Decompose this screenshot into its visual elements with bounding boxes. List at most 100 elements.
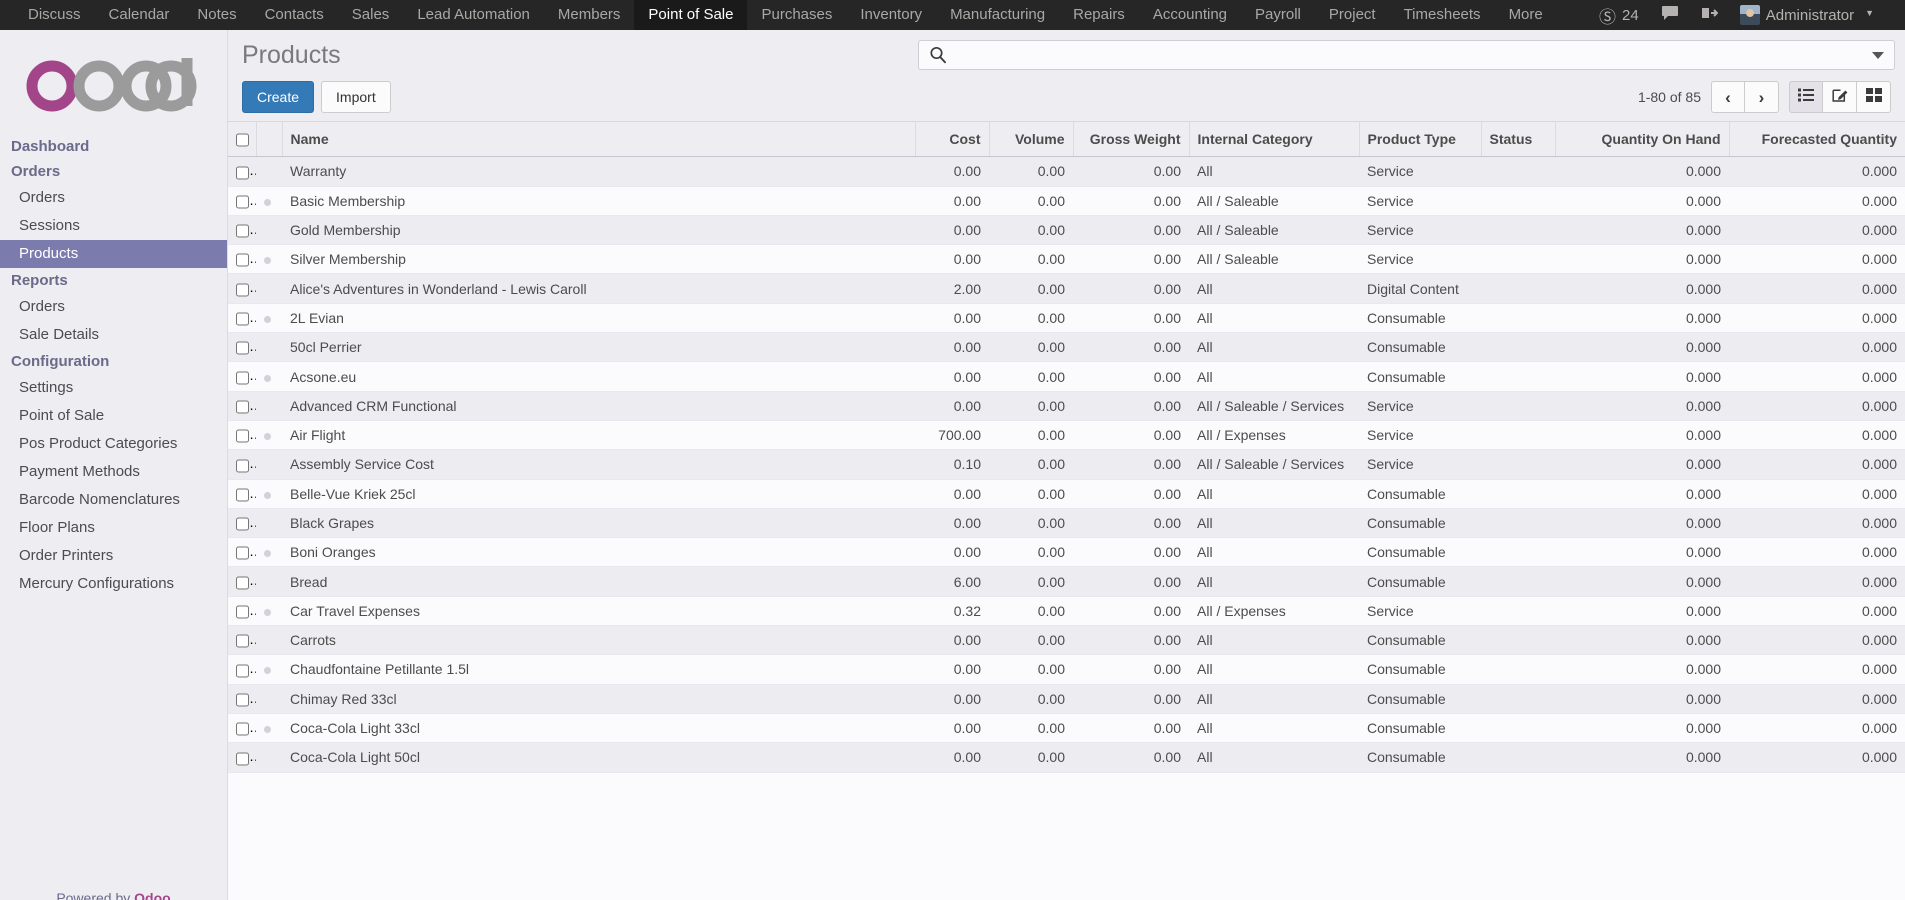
sidebar-item-products[interactable]: Products	[0, 240, 227, 268]
table-row[interactable]: Coca-Cola Light 33cl 0.00 0.00 0.00 All Consu…	[228, 713, 1905, 744]
messages-button[interactable]	[1650, 0, 1690, 30]
column-header-internal-category[interactable]: Internal Category	[1189, 122, 1360, 158]
sidebar-item-order-printers[interactable]: Order Printers	[0, 542, 227, 570]
row-select-checkbox[interactable]	[236, 370, 249, 385]
nav-item-more[interactable]: More	[1495, 0, 1557, 30]
table-row[interactable]: Air Flight 700.00 0.00 0.00 All / Expenses Se…	[228, 420, 1905, 451]
search-bar[interactable]	[918, 40, 1895, 70]
row-select-checkbox[interactable]	[236, 722, 249, 737]
nav-item-contacts[interactable]: Contacts	[251, 0, 338, 30]
row-select-checkbox[interactable]	[236, 605, 249, 620]
table-row[interactable]: Black Grapes 0.00 0.00 0.00 All Consumable 0.0…	[228, 508, 1905, 539]
nav-item-calendar[interactable]: Calendar	[95, 0, 184, 30]
row-select-checkbox[interactable]	[236, 165, 249, 180]
sidebar-section-configuration[interactable]: Configuration	[0, 349, 227, 374]
nav-item-notes[interactable]: Notes	[183, 0, 250, 30]
sidebar-item-point-of-sale[interactable]: Point of Sale	[0, 402, 227, 430]
logout-button[interactable]	[1690, 0, 1729, 30]
table-row[interactable]: Boni Oranges 0.00 0.00 0.00 All Consumable 0.0…	[228, 537, 1905, 568]
row-select-checkbox[interactable]	[236, 399, 249, 414]
sidebar-item-orders[interactable]: Orders	[0, 293, 227, 321]
search-input[interactable]	[947, 42, 1872, 68]
sidebar-section-dashboard[interactable]: Dashboard	[0, 134, 227, 159]
sidebar-item-orders[interactable]: Orders	[0, 184, 227, 212]
nav-item-accounting[interactable]: Accounting	[1139, 0, 1241, 30]
table-row[interactable]: Coca-Cola Light 50cl 0.00 0.00 0.00 All Consu…	[228, 742, 1905, 773]
table-row[interactable]: Chimay Red 33cl 0.00 0.00 0.00 All Consumable…	[228, 684, 1905, 714]
row-select-checkbox[interactable]	[236, 312, 249, 327]
table-row[interactable]: 2L Evian 0.00 0.00 0.00 All Consumable 0.000 0.…	[228, 303, 1905, 334]
import-button[interactable]: Import	[321, 81, 391, 113]
row-select-checkbox[interactable]	[236, 282, 249, 297]
nav-item-discuss[interactable]: Discuss	[14, 0, 95, 30]
row-select-checkbox[interactable]	[236, 341, 249, 356]
row-select-checkbox[interactable]	[236, 224, 249, 239]
row-select-checkbox[interactable]	[236, 634, 249, 649]
row-select-checkbox[interactable]	[236, 692, 249, 707]
row-select-checkbox[interactable]	[236, 751, 249, 766]
table-row[interactable]: Belle-Vue Kriek 25cl 0.00 0.00 0.00 All Consu…	[228, 479, 1905, 509]
row-select-checkbox[interactable]	[236, 458, 249, 473]
nav-item-purchases[interactable]: Purchases	[747, 0, 846, 30]
table-row[interactable]: Silver Membership 0.00 0.00 0.00 All / Salea…	[228, 244, 1905, 275]
view-list-button[interactable]	[1789, 81, 1823, 113]
table-row[interactable]: Carrots 0.00 0.00 0.00 All Consumable 0.000 0.0…	[228, 625, 1905, 656]
create-button[interactable]: Create	[242, 81, 315, 113]
table-row[interactable]: Car Travel Expenses 0.32 0.00 0.00 All / Exp…	[228, 596, 1905, 627]
column-header-volume[interactable]: Volume	[989, 122, 1074, 158]
table-row[interactable]: 50cl Perrier 0.00 0.00 0.00 All Consumable 0.0…	[228, 332, 1905, 363]
nav-item-lead-automation[interactable]: Lead Automation	[403, 0, 544, 30]
mentions-indicator[interactable]: Ⓢ 24	[1588, 0, 1650, 30]
column-header-name[interactable]: Name	[282, 122, 916, 158]
table-row[interactable]: Assembly Service Cost 0.10 0.00 0.00 All / S…	[228, 449, 1905, 480]
row-select-checkbox[interactable]	[236, 429, 249, 444]
sidebar-item-pos-product-categories[interactable]: Pos Product Categories	[0, 430, 227, 458]
sidebar-item-barcode-nomenclatures[interactable]: Barcode Nomenclatures	[0, 486, 227, 514]
nav-item-payroll[interactable]: Payroll	[1241, 0, 1315, 30]
search-dropdown-toggle-icon[interactable]	[1872, 51, 1884, 59]
nav-item-project[interactable]: Project	[1315, 0, 1390, 30]
sidebar-item-settings[interactable]: Settings	[0, 374, 227, 402]
row-select-checkbox[interactable]	[236, 194, 249, 209]
sidebar-item-floor-plans[interactable]: Floor Plans	[0, 514, 227, 542]
sidebar-item-payment-methods[interactable]: Payment Methods	[0, 458, 227, 486]
column-header-quantity-on-hand[interactable]: Quantity On Hand	[1555, 122, 1730, 158]
odoo-logo[interactable]	[0, 30, 227, 134]
nav-item-manufacturing[interactable]: Manufacturing	[936, 0, 1059, 30]
nav-item-sales[interactable]: Sales	[338, 0, 404, 30]
table-row[interactable]: Bread 6.00 0.00 0.00 All Consumable 0.000 0.000	[228, 566, 1905, 597]
row-select-checkbox[interactable]	[236, 663, 249, 678]
table-row[interactable]: Advanced CRM Functional 0.00 0.00 0.00 All /…	[228, 391, 1905, 421]
row-select-checkbox[interactable]	[236, 487, 249, 502]
row-select-checkbox[interactable]	[236, 253, 249, 268]
column-header-status[interactable]: Status	[1481, 122, 1556, 158]
nav-item-timesheets[interactable]: Timesheets	[1390, 0, 1495, 30]
column-header-forecasted-quantity[interactable]: Forecasted Quantity	[1729, 122, 1905, 158]
row-select-checkbox[interactable]	[236, 517, 249, 532]
table-row[interactable]: Alice's Adventures in Wonderland - Lewis…	[228, 273, 1905, 304]
nav-item-inventory[interactable]: Inventory	[846, 0, 936, 30]
sidebar-section-orders[interactable]: Orders	[0, 159, 227, 184]
table-row[interactable]: Warranty 0.00 0.00 0.00 All Service 0.000 0.000	[228, 156, 1905, 187]
row-select-checkbox[interactable]	[236, 575, 249, 590]
row-select-checkbox[interactable]	[236, 546, 249, 561]
nav-item-members[interactable]: Members	[544, 0, 635, 30]
select-all-checkbox[interactable]	[236, 133, 249, 148]
sidebar-item-sale-details[interactable]: Sale Details	[0, 321, 227, 349]
sidebar-item-sessions[interactable]: Sessions	[0, 212, 227, 240]
user-menu[interactable]: Administrator ▼	[1729, 0, 1885, 30]
column-header-gross-weight[interactable]: Gross Weight	[1073, 122, 1190, 158]
view-kanban-button[interactable]	[1857, 81, 1891, 113]
table-row[interactable]: Acsone.eu 0.00 0.00 0.00 All Consumable 0.000 0…	[228, 361, 1905, 392]
sidebar-item-mercury-configurations[interactable]: Mercury Configurations	[0, 570, 227, 598]
table-row[interactable]: Chaudfontaine Petillante 1.5l 0.00 0.00 0.0…	[228, 654, 1905, 685]
nav-item-point-of-sale[interactable]: Point of Sale	[634, 0, 748, 30]
view-form-button[interactable]	[1823, 81, 1857, 113]
table-row[interactable]: Basic Membership 0.00 0.00 0.00 All / Saleab…	[228, 186, 1905, 216]
table-row[interactable]: Gold Membership 0.00 0.00 0.00 All / Saleabl…	[228, 215, 1905, 246]
column-header-cost[interactable]: Cost	[915, 122, 990, 158]
column-header-product-type[interactable]: Product Type	[1359, 122, 1482, 158]
pager-next-button[interactable]: ›	[1745, 81, 1779, 113]
sidebar-section-reports[interactable]: Reports	[0, 268, 227, 293]
nav-item-repairs[interactable]: Repairs	[1059, 0, 1139, 30]
